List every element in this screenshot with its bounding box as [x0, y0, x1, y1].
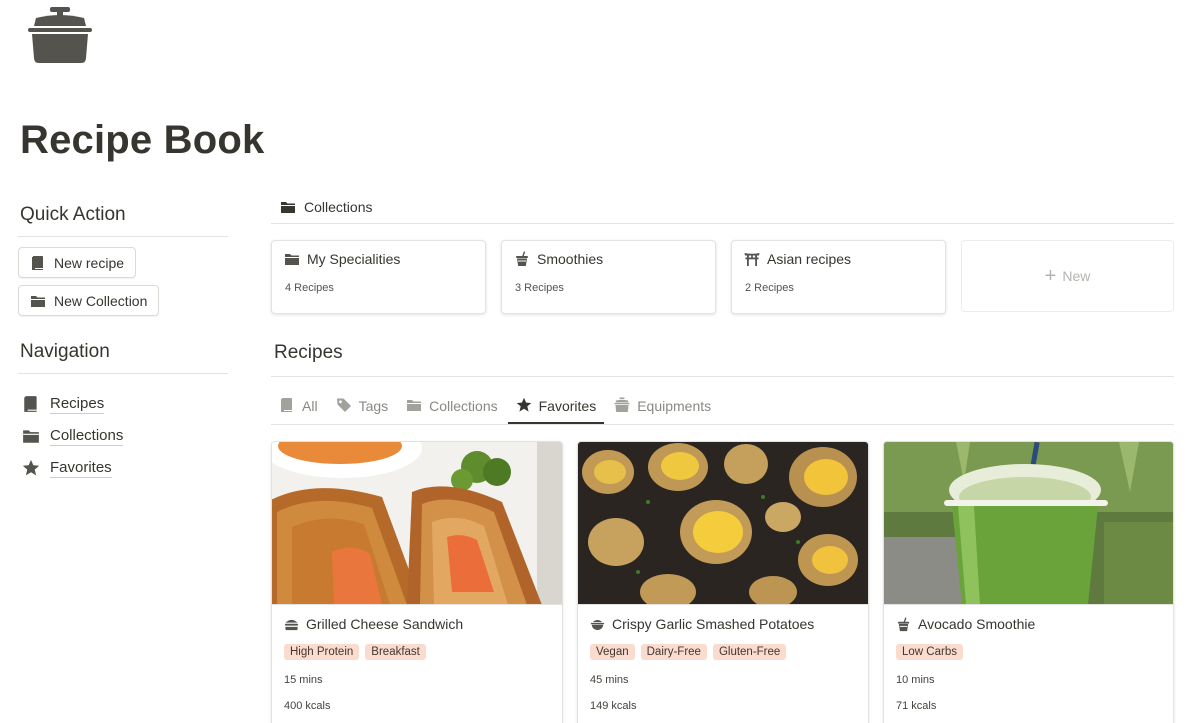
- recipe-photo-smashed-potatoes: [578, 442, 868, 605]
- tab-all[interactable]: All: [271, 376, 326, 424]
- collection-count: 3 Recipes: [515, 282, 564, 294]
- recipes-heading: Recipes: [271, 342, 1174, 377]
- tab-label: Tags: [358, 398, 389, 414]
- nav-item-favorites[interactable]: Favorites: [18, 452, 228, 484]
- new-collection-label: New Collection: [54, 292, 148, 309]
- new-collection-card[interactable]: + New: [961, 240, 1174, 312]
- bowl-icon: [590, 619, 605, 630]
- book-icon: [281, 398, 292, 412]
- left-column: Quick Action New recipe New Collection N…: [18, 204, 228, 484]
- tab-collections[interactable]: Collections: [398, 376, 505, 424]
- nav-item-label: Recipes: [50, 394, 105, 414]
- collection-title: My Specialities: [307, 251, 401, 267]
- folder-icon: [281, 201, 295, 213]
- navigation-heading: Navigation: [18, 341, 228, 374]
- recipe-card[interactable]: Avocado Smoothie Low Carbs 10 mins 71 kc…: [883, 441, 1174, 723]
- tag-icon: [336, 398, 351, 412]
- tag-badge: High Protein: [284, 644, 360, 660]
- recipe-title: Grilled Cheese Sandwich: [306, 616, 464, 632]
- nav-item-recipes[interactable]: Recipes: [18, 388, 228, 420]
- folder-icon: [23, 430, 39, 443]
- burger-icon: [284, 619, 299, 630]
- collection-title: Smoothies: [537, 251, 604, 267]
- new-recipe-label: New recipe: [54, 254, 125, 271]
- cooking-pot-icon: [28, 6, 92, 66]
- collections-header-label: Collections: [304, 198, 373, 215]
- nav-item-label: Favorites: [50, 458, 112, 478]
- folder-icon: [407, 400, 422, 411]
- collection-card[interactable]: Asian recipes 2 Recipes: [731, 240, 946, 314]
- recipe-photo-grilled-cheese: [272, 442, 562, 605]
- recipe-tags: High Protein Breakfast: [284, 644, 550, 660]
- recipe-card[interactable]: Grilled Cheese Sandwich High Protein Bre…: [271, 441, 563, 723]
- recipe-view-tabs: All Tags Collections Favorites Equipment…: [271, 377, 1174, 425]
- navigation-list: Recipes Collections Favorites: [18, 374, 228, 484]
- tag-badge: Gluten-Free: [712, 644, 787, 660]
- tab-equipments[interactable]: Equipments: [606, 376, 719, 424]
- star-icon: [516, 397, 531, 412]
- recipe-time: 10 mins: [896, 674, 935, 686]
- tag-badge: Breakfast: [365, 644, 426, 660]
- nav-item-label: Collections: [50, 426, 124, 446]
- tab-label: Favorites: [538, 398, 597, 414]
- book-icon: [32, 255, 43, 270]
- collection-card[interactable]: My Specialities 4 Recipes: [271, 240, 486, 314]
- collection-count: 4 Recipes: [285, 282, 334, 294]
- tag-badge: Vegan: [590, 644, 635, 660]
- collection-title: Asian recipes: [767, 251, 852, 267]
- tag-badge: Low Carbs: [896, 644, 963, 660]
- torii-icon: [744, 253, 760, 266]
- recipe-title: Avocado Smoothie: [918, 616, 1036, 632]
- page-title: Recipe Book: [20, 118, 265, 162]
- recipe-card[interactable]: Crispy Garlic Smashed Potatoes Vegan Dai…: [577, 441, 869, 723]
- collection-card[interactable]: Smoothies 3 Recipes: [501, 240, 716, 314]
- recipe-kcal: 71 kcals: [896, 700, 937, 712]
- book-icon: [24, 396, 37, 412]
- recipe-tags: Low Carbs: [896, 644, 1161, 660]
- tag-badge: Dairy-Free: [640, 644, 707, 660]
- folder-icon: [31, 295, 45, 307]
- tab-label: All: [302, 398, 318, 414]
- collection-cards: My Specialities 4 Recipes Smoothies 3 Re…: [271, 240, 1174, 314]
- quick-action-heading: Quick Action: [18, 204, 228, 237]
- cup-icon: [516, 251, 528, 266]
- recipe-kcal: 149 kcals: [590, 700, 637, 712]
- tab-tags[interactable]: Tags: [328, 376, 397, 424]
- tab-label: Equipments: [637, 398, 712, 414]
- plus-icon: +: [1044, 265, 1057, 287]
- recipe-time: 15 mins: [284, 674, 323, 686]
- star-icon: [22, 459, 40, 476]
- recipe-photo-avocado-smoothie: [884, 442, 1173, 605]
- cup-icon: [897, 616, 910, 631]
- recipe-time: 45 mins: [590, 674, 629, 686]
- recipe-title: Crispy Garlic Smashed Potatoes: [612, 616, 815, 632]
- nav-item-collections[interactable]: Collections: [18, 420, 228, 452]
- collections-header: Collections: [271, 190, 1174, 224]
- recipe-gallery: Grilled Cheese Sandwich High Protein Bre…: [271, 441, 1174, 723]
- new-collection-card-label: New: [1062, 268, 1091, 284]
- recipe-tags: Vegan Dairy-Free Gluten-Free: [590, 644, 856, 660]
- folder-icon: [285, 254, 299, 265]
- tab-favorites[interactable]: Favorites: [507, 376, 605, 424]
- quick-action-list: New recipe New Collection: [18, 237, 228, 323]
- main-content: Collections My Specialities 4 Recipes Sm…: [271, 190, 1174, 723]
- collection-count: 2 Recipes: [745, 282, 794, 294]
- pot-icon: [614, 397, 630, 412]
- recipe-kcal: 400 kcals: [284, 700, 331, 712]
- new-collection-button[interactable]: New Collection: [18, 285, 160, 316]
- new-recipe-button[interactable]: New recipe: [18, 247, 137, 278]
- tab-label: Collections: [429, 398, 498, 414]
